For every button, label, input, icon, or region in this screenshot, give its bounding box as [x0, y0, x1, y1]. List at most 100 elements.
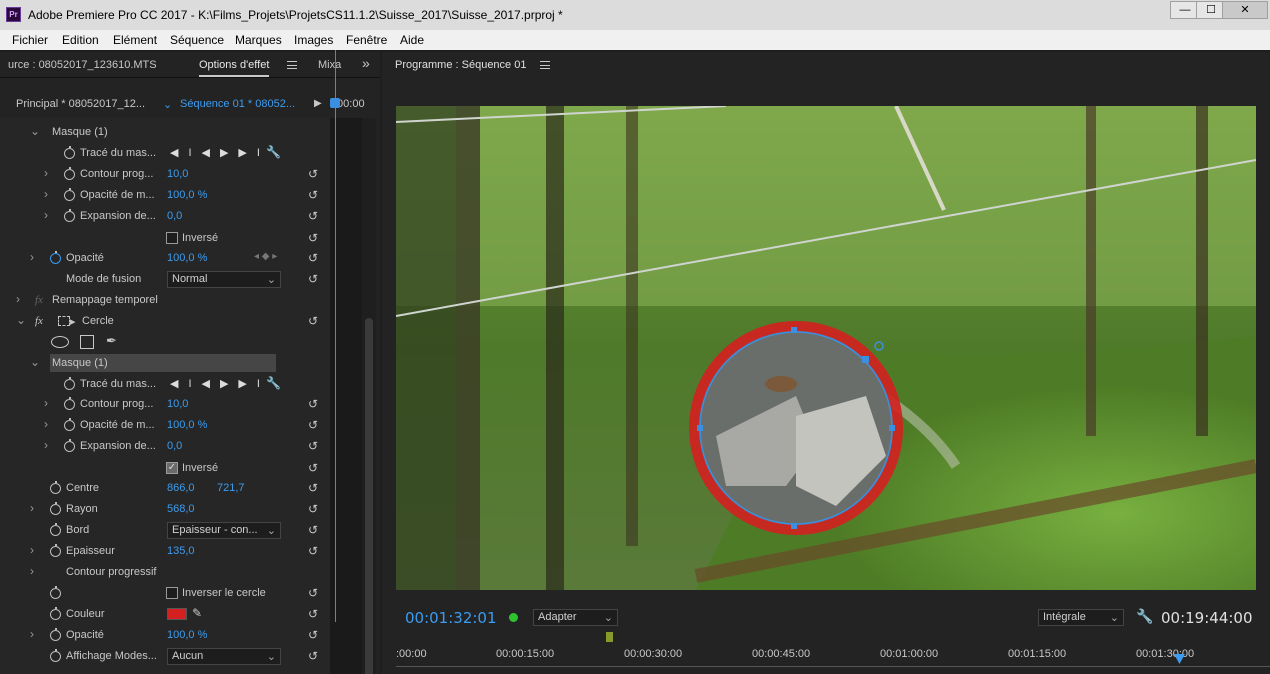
stopwatch-icon[interactable] [50, 523, 61, 536]
reset-icon[interactable]: ↺ [308, 209, 318, 223]
time-ruler[interactable]: :00:00 00:00:15:00 00:00:30:00 00:00:45:… [396, 642, 1270, 674]
tab-source[interactable]: urce : 08052017_123610.MTS [8, 59, 157, 71]
reset-icon[interactable]: ↺ [308, 586, 318, 600]
reset-icon[interactable]: ↺ [308, 272, 318, 286]
fx-icon[interactable]: fx [35, 315, 43, 327]
stopwatch-icon[interactable] [50, 251, 61, 264]
invert-circle-checkbox[interactable] [166, 587, 178, 599]
menu-element[interactable]: Elément [113, 33, 157, 47]
settings-wrench-icon[interactable]: 🔧 [1136, 608, 1153, 625]
menu-fenetre[interactable]: Fenêtre [346, 33, 387, 47]
reset-icon[interactable]: ↺ [308, 628, 318, 642]
stopwatch-icon[interactable] [64, 167, 75, 180]
center-x-value[interactable]: 866,0 [167, 482, 195, 494]
menu-aide[interactable]: Aide [400, 33, 424, 47]
chevron-down-icon[interactable]: ⌄ [30, 124, 40, 138]
stopwatch-icon[interactable] [50, 544, 61, 557]
master-clip-label[interactable]: Principal * 08052017_12... [16, 98, 145, 110]
reset-icon[interactable]: ↺ [308, 481, 318, 495]
inverted-checkbox[interactable] [166, 232, 178, 244]
stopwatch-icon[interactable] [50, 481, 61, 494]
property-value[interactable]: 568,0 [167, 503, 195, 515]
blend-mode-dropdown[interactable]: Normal ⌄ [167, 271, 281, 288]
left-panel-scrollbar[interactable] [362, 118, 376, 674]
zoom-fit-dropdown[interactable]: Adapter ⌄ [533, 609, 618, 626]
stopwatch-icon[interactable] [50, 586, 61, 599]
stopwatch-icon[interactable] [64, 439, 75, 452]
chevron-right-icon[interactable]: › [44, 438, 48, 452]
tab-effect-options[interactable]: Options d'effet [199, 59, 270, 77]
menu-images[interactable]: Images [294, 33, 333, 47]
reset-icon[interactable]: ↺ [308, 188, 318, 202]
keyframe-nav-icon[interactable]: ◂ ◆ ▸ [254, 251, 277, 262]
program-monitor-title[interactable]: Programme : Séquence 01 [395, 59, 526, 71]
menu-sequence[interactable]: Séquence [170, 33, 224, 47]
marker-icon[interactable] [606, 632, 613, 642]
property-value[interactable]: 100,0 % [167, 629, 207, 641]
stopwatch-icon[interactable] [50, 649, 61, 662]
wrench-icon[interactable]: 🔧 [266, 145, 281, 159]
tab-mixer[interactable]: Mixa [318, 59, 341, 71]
menu-marques[interactable]: Marques [235, 33, 282, 47]
reset-icon[interactable]: ↺ [308, 231, 318, 245]
time-remap-row[interactable]: › fx Remappage temporel [0, 290, 330, 311]
reset-icon[interactable]: ↺ [308, 397, 318, 411]
resolution-dropdown[interactable]: Intégrale ⌄ [1038, 609, 1124, 626]
rectangle-mask-icon[interactable] [80, 335, 94, 349]
scrollbar-thumb[interactable] [365, 318, 373, 674]
chevron-down-icon[interactable]: ⌄ [30, 355, 40, 369]
blending-mode-dropdown[interactable]: Aucun ⌄ [167, 648, 281, 665]
property-value[interactable]: 10,0 [167, 168, 188, 180]
chevron-right-icon[interactable]: › [30, 627, 34, 641]
stopwatch-icon[interactable] [64, 377, 75, 390]
chevron-right-icon[interactable]: › [16, 292, 20, 306]
stopwatch-icon[interactable] [64, 188, 75, 201]
stopwatch-icon[interactable] [64, 209, 75, 222]
chevron-right-icon[interactable]: › [44, 396, 48, 410]
mask-group-row-selected[interactable]: ⌄ Masque (1) [0, 353, 330, 374]
reset-icon[interactable]: ↺ [308, 418, 318, 432]
transform-icon[interactable] [58, 316, 70, 326]
chevron-right-icon[interactable]: › [30, 564, 34, 578]
inverted-checkbox-checked[interactable]: ✓ [166, 462, 178, 474]
property-value[interactable]: 0,0 [167, 210, 182, 222]
chevron-right-icon[interactable]: › [30, 250, 34, 264]
mask-group-row[interactable]: ⌄ Masque (1) [0, 122, 330, 143]
edge-dropdown[interactable]: Epaisseur - con... ⌄ [167, 522, 281, 539]
menu-fichier[interactable]: Fichier [12, 33, 48, 47]
reset-icon[interactable]: ↺ [308, 439, 318, 453]
panel-menu-icon[interactable] [540, 61, 550, 69]
chevron-right-icon[interactable]: › [44, 166, 48, 180]
property-value[interactable]: 0,0 [167, 440, 182, 452]
ellipse-mask-icon[interactable] [51, 336, 69, 348]
chevron-right-icon[interactable]: › [44, 208, 48, 222]
chevron-down-icon[interactable]: ⌄ [16, 313, 26, 327]
property-value[interactable]: 100,0 % [167, 252, 207, 264]
property-value[interactable]: 100,0 % [167, 189, 207, 201]
property-value[interactable]: 100,0 % [167, 419, 207, 431]
reset-icon[interactable]: ↺ [308, 461, 318, 475]
eyedropper-icon[interactable]: ✎ [192, 606, 202, 620]
stopwatch-icon[interactable] [64, 397, 75, 410]
circle-effect-row[interactable]: ⌄ fx ▸ Cercle ↺ [0, 311, 330, 332]
reset-icon[interactable]: ↺ [308, 544, 318, 558]
chevron-right-icon[interactable]: › [44, 417, 48, 431]
playhead-handle[interactable] [330, 98, 340, 108]
property-value[interactable]: 135,0 [167, 545, 195, 557]
current-timecode[interactable]: 00:01:32:01 [405, 609, 497, 627]
reset-icon[interactable]: ↺ [308, 167, 318, 181]
stopwatch-icon[interactable] [50, 607, 61, 620]
color-swatch[interactable] [167, 608, 187, 620]
stopwatch-icon[interactable] [64, 146, 75, 159]
mask-track-buttons[interactable]: ◀I◀▶▶I [170, 146, 270, 159]
pen-tool-icon[interactable]: ✒ [106, 333, 117, 349]
reset-icon[interactable]: ↺ [308, 502, 318, 516]
stopwatch-icon[interactable] [64, 418, 75, 431]
center-y-value[interactable]: 721,7 [217, 482, 245, 494]
reset-icon[interactable]: ↺ [308, 251, 318, 265]
reset-icon[interactable]: ↺ [308, 607, 318, 621]
panel-menu-icon[interactable] [287, 61, 297, 69]
overflow-tabs-icon[interactable]: » [362, 55, 370, 71]
chevron-right-icon[interactable]: › [30, 543, 34, 557]
reset-icon[interactable]: ↺ [308, 523, 318, 537]
